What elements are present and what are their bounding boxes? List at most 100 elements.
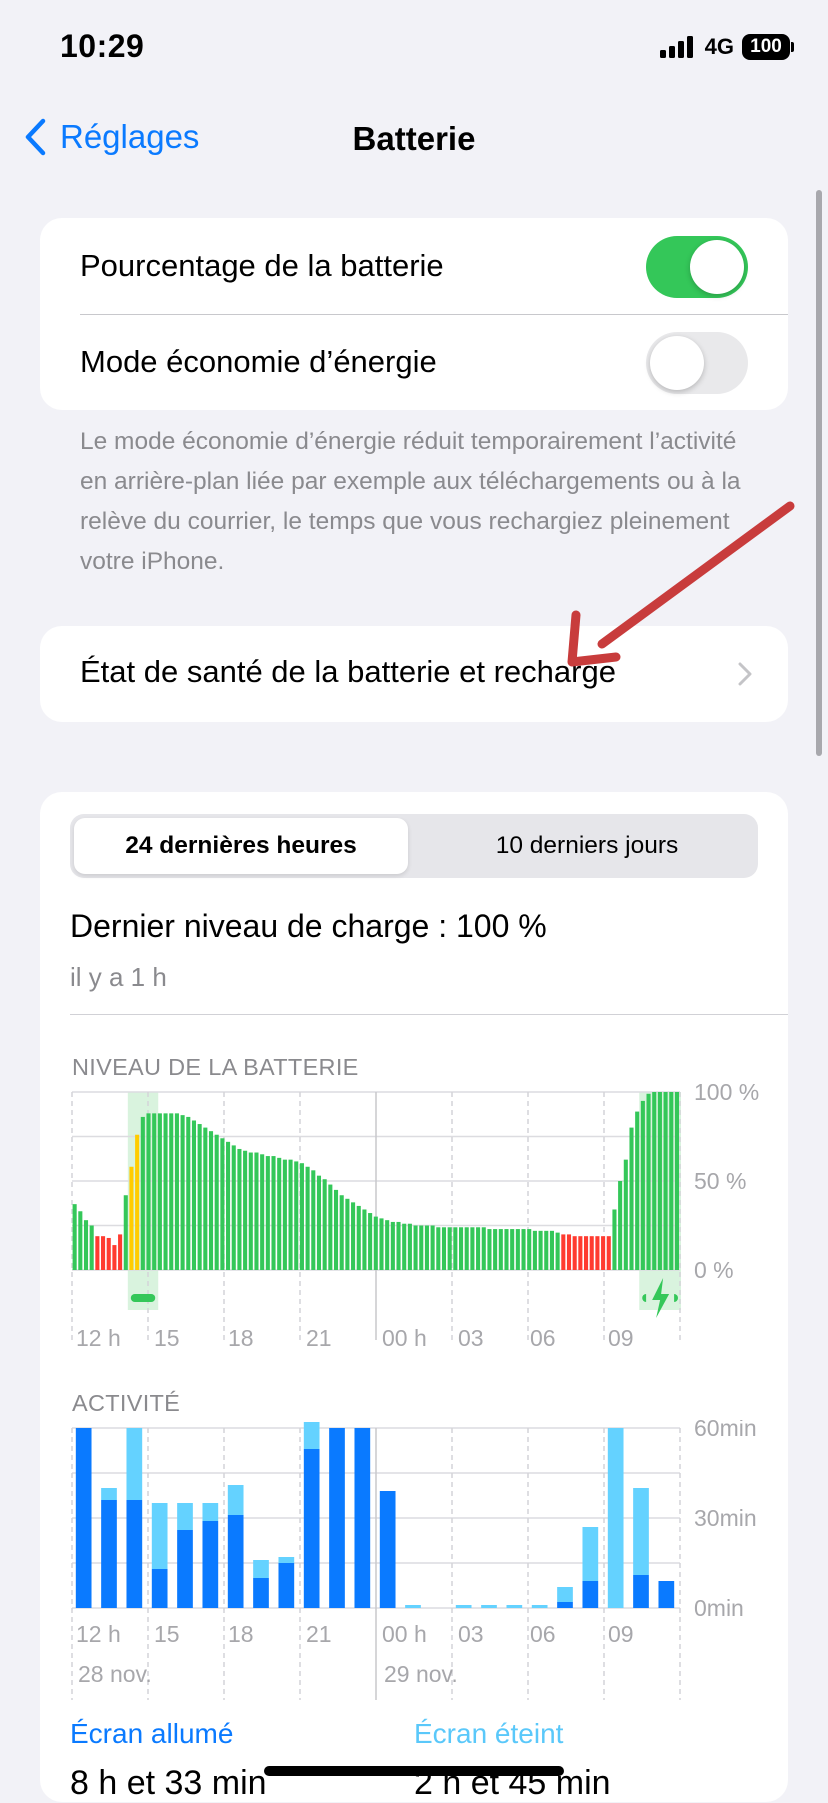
battery-level-bar <box>78 1211 83 1270</box>
battery-level: 100 <box>742 34 790 60</box>
battery-level-bar <box>663 1092 668 1270</box>
battery-level-bar <box>521 1229 526 1270</box>
activity-screen-off-bar <box>582 1527 599 1581</box>
annotation-arrow-icon <box>567 501 795 667</box>
battery-level-bar <box>316 1175 322 1270</box>
x-tick-label: 03 <box>458 1325 484 1351</box>
tab-24-hours[interactable]: 24 dernières heures <box>74 818 408 874</box>
home-indicator[interactable] <box>264 1766 564 1776</box>
x-tick-label: 15 <box>154 1621 180 1647</box>
battery-level-bar <box>419 1225 424 1270</box>
battery-level-bar <box>106 1237 111 1270</box>
battery-level-bar <box>237 1148 242 1270</box>
x-tick-label: 09 <box>608 1325 634 1351</box>
battery-level-bar <box>555 1232 560 1270</box>
battery-level-bar <box>447 1227 452 1270</box>
battery-level-bar <box>407 1223 412 1270</box>
battery-level-bar <box>83 1220 89 1270</box>
battery-level-bar <box>271 1156 276 1270</box>
battery-level-bar <box>197 1124 202 1270</box>
battery-level-bar <box>220 1138 225 1270</box>
battery-level-bar <box>288 1159 293 1270</box>
activity-screen-on-bar <box>658 1581 675 1608</box>
activity-screen-off-bar <box>557 1587 573 1602</box>
battery-level-bar <box>385 1220 390 1270</box>
battery-level-bar <box>646 1093 651 1270</box>
battery-level-bar <box>231 1145 236 1270</box>
activity-screen-off-bar <box>101 1488 117 1500</box>
battery-level-bar <box>248 1152 253 1270</box>
activity-screen-on-bar <box>202 1521 219 1608</box>
battery-level-bar <box>584 1236 589 1270</box>
activity-screen-off-bar <box>506 1605 523 1608</box>
activity-screen-on-bar <box>354 1428 371 1608</box>
battery-health-label: État de santé de la batterie et recharge <box>80 654 616 689</box>
battery-level-bar <box>601 1236 606 1270</box>
battery-level-bar <box>402 1223 407 1270</box>
x-tick-label: 12 h <box>76 1325 121 1351</box>
low-power-mode-toggle[interactable] <box>646 332 748 394</box>
y-tick-label: 100 % <box>694 1080 759 1105</box>
activity-screen-on-bar <box>253 1578 269 1608</box>
activity-screen-on-bar <box>303 1449 320 1608</box>
battery-level-bar <box>328 1184 333 1270</box>
battery-level-bar <box>123 1195 128 1270</box>
battery-level-bar <box>532 1230 537 1270</box>
activity-chart-title: ACTIVITÉ <box>72 1390 181 1416</box>
battery-level-bar <box>470 1227 475 1270</box>
x-tick-label: 00 h <box>382 1325 427 1351</box>
battery-level-bar <box>277 1157 282 1270</box>
date-label: 29 nov. <box>384 1661 458 1687</box>
battery-level-bar <box>186 1116 191 1270</box>
battery-percentage-toggle[interactable] <box>646 236 748 298</box>
battery-level-bar <box>208 1131 214 1270</box>
battery-level-bar <box>311 1170 316 1270</box>
activity-screen-off-bar <box>227 1485 244 1515</box>
network-type: 4G <box>704 34 734 59</box>
battery-level-bar <box>265 1156 270 1270</box>
divider <box>80 314 788 315</box>
charging-marker <box>130 1294 156 1302</box>
screen-on-label: Écran allumé <box>70 1718 234 1749</box>
battery-level-bar <box>112 1245 117 1270</box>
battery-level-bar <box>493 1229 498 1270</box>
time-range-segmented-control[interactable]: 24 dernières heures 10 derniers jours <box>70 814 758 878</box>
scrollbar[interactable] <box>816 190 822 756</box>
y-tick-label: 50 % <box>694 1168 746 1194</box>
activity-screen-on-bar <box>557 1602 573 1608</box>
status-indicators: 4G 100 <box>659 34 794 60</box>
battery-level-bar <box>618 1181 623 1270</box>
battery-level-bar <box>504 1229 509 1270</box>
activity-screen-off-bar <box>253 1560 269 1578</box>
page-title: Batterie <box>352 120 476 157</box>
tab-10-days[interactable]: 10 derniers jours <box>420 818 754 874</box>
low-power-mode-label: Mode économie d’énergie <box>80 344 437 379</box>
x-tick-label: 21 <box>306 1325 332 1351</box>
activity-screen-off-bar <box>126 1428 143 1500</box>
activity-screen-on-bar <box>379 1491 396 1608</box>
activity-screen-off-bar <box>303 1422 320 1449</box>
battery-level-bar <box>510 1229 515 1270</box>
x-tick-label: 06 <box>530 1325 556 1351</box>
battery-level-bar <box>129 1166 134 1270</box>
x-tick-label: 03 <box>458 1621 484 1647</box>
battery-level-bar <box>549 1230 554 1270</box>
activity-screen-on-bar <box>633 1575 649 1608</box>
battery-level-bar <box>498 1229 503 1270</box>
battery-level-bar <box>515 1229 520 1270</box>
x-tick-label: 18 <box>228 1621 254 1647</box>
battery-level-bar <box>95 1236 100 1270</box>
x-tick-label: 18 <box>228 1325 254 1351</box>
battery-level-bar <box>527 1229 532 1270</box>
battery-level-bar <box>146 1113 151 1270</box>
battery-level-bar <box>135 1134 140 1270</box>
battery-level-bar <box>322 1179 327 1270</box>
activity-screen-on-bar <box>126 1500 143 1608</box>
battery-icon: 100 <box>742 34 794 60</box>
battery-level-bar <box>345 1198 350 1270</box>
divider <box>70 1014 788 1015</box>
battery-level-bar <box>635 1111 640 1270</box>
activity-screen-on-bar <box>101 1500 117 1608</box>
activity-screen-off-bar <box>202 1503 219 1521</box>
battery-level-bar <box>390 1221 395 1270</box>
